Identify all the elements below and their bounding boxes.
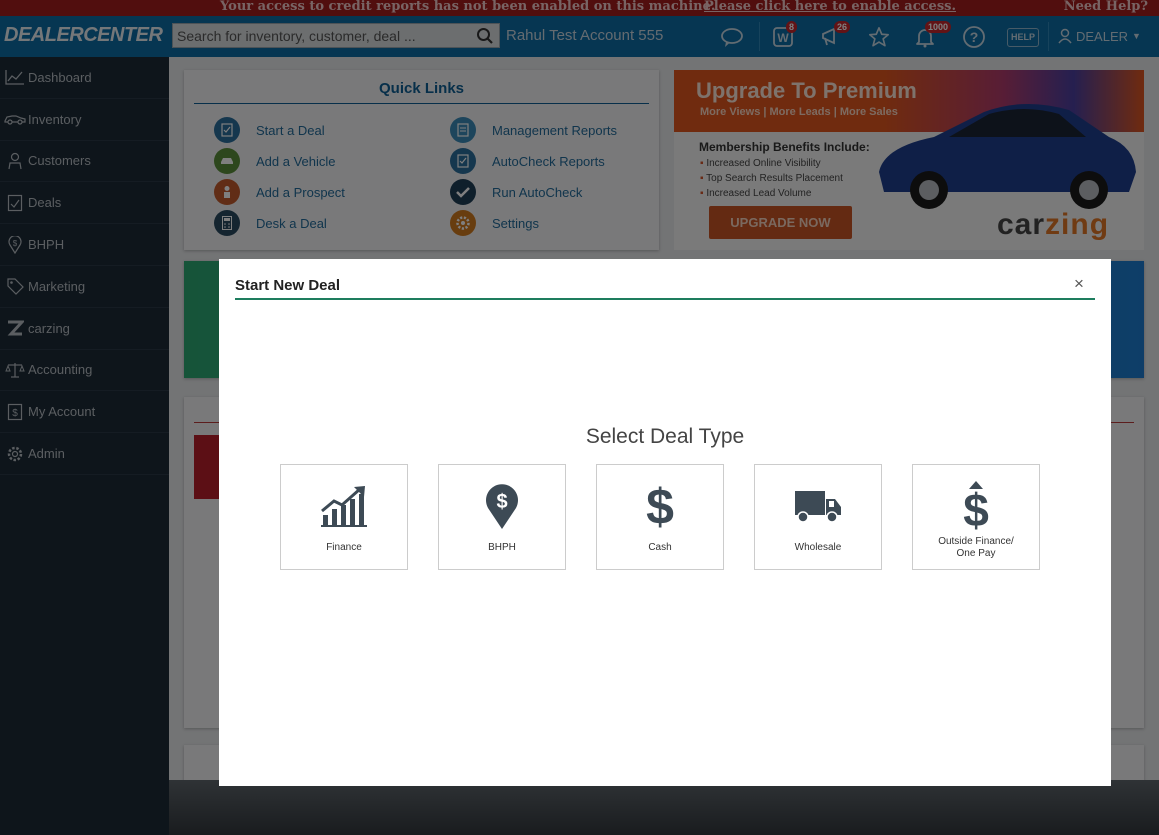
dollar-icon: $ [597,481,723,531]
modal-title-divider [235,298,1095,300]
deal-type-label: Wholesale [794,542,842,553]
dollar-arrow-icon: $ [913,481,1039,531]
select-deal-type-heading: Select Deal Type [585,425,745,448]
close-icon[interactable]: × [1069,274,1089,294]
start-new-deal-modal: Start New Deal × Select Deal Type Financ… [219,259,1111,786]
dollar-pin-icon: $ [439,481,565,531]
svg-text:$: $ [646,481,674,531]
svg-text:$: $ [963,484,989,531]
deal-type-label: BHPH [488,542,516,553]
deal-type-bhph[interactable]: $ BHPH [438,464,566,570]
chart-growth-icon [281,481,407,531]
deal-type-label: Outside Finance/One Pay [938,536,1014,559]
deal-type-cash[interactable]: $ Cash [596,464,724,570]
modal-title: Start New Deal [235,277,341,294]
deal-type-outside-finance[interactable]: $ Outside Finance/One Pay [912,464,1040,570]
deal-type-wholesale[interactable]: Wholesale [754,464,882,570]
deal-type-finance[interactable]: Finance [280,464,408,570]
svg-text:$: $ [496,491,507,513]
deal-type-label: Cash [648,542,672,553]
deal-type-label: Finance [326,542,362,553]
truck-icon [755,481,881,531]
